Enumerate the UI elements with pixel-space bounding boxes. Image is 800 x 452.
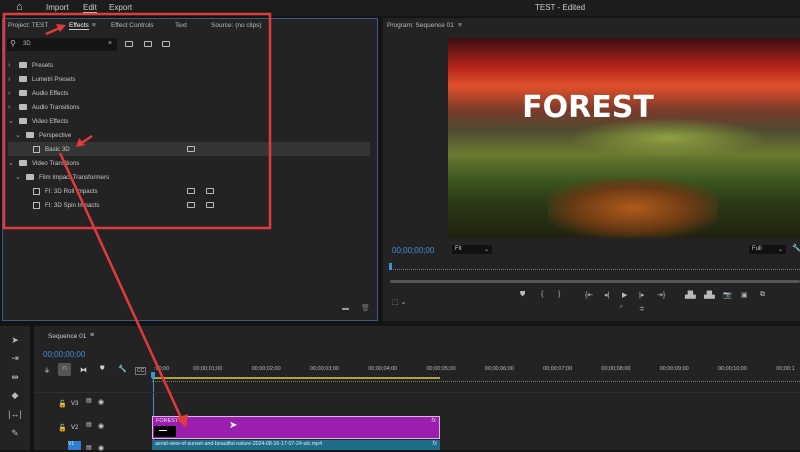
annotation-box (2, 12, 272, 230)
annotation-arrow (58, 152, 184, 421)
annotation-arrowhead (176, 414, 188, 428)
annotation-overlay (2, 12, 272, 428)
